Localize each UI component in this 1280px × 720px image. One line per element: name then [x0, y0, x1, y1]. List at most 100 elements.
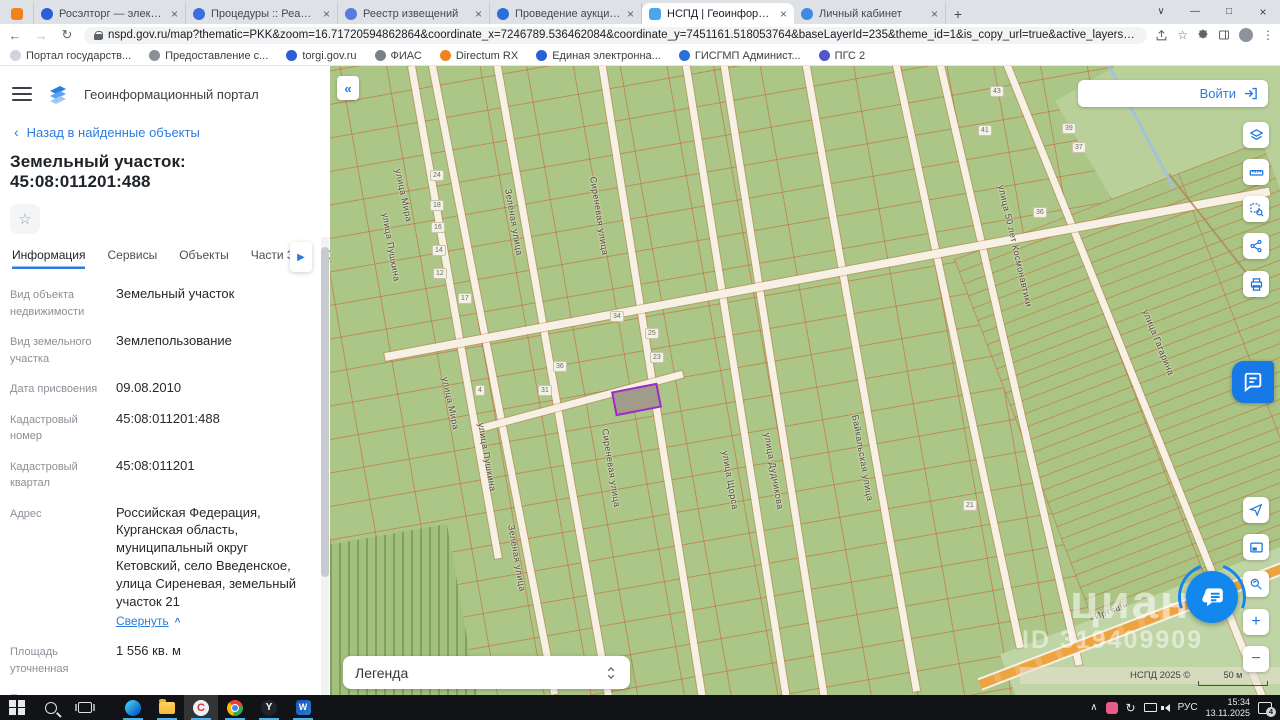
print-button[interactable] [1243, 271, 1269, 297]
tab-objects[interactable]: Объекты [179, 248, 229, 269]
bookmark-item[interactable]: Портал государств... [10, 50, 131, 62]
info-row: Вид объекта недвижимости Земельный участ… [10, 285, 304, 320]
search-on-map-button[interactable] [1243, 571, 1269, 597]
chat-bubble-icon [1202, 588, 1223, 607]
tab-close-icon[interactable]: × [931, 7, 938, 21]
taskbar-clock[interactable]: 15:34 13.11.2025 [1206, 697, 1250, 719]
map-attribution: НСПД 2025 © [1130, 670, 1191, 681]
layers-button[interactable] [1243, 122, 1269, 148]
measure-button[interactable] [1243, 159, 1269, 185]
notifications-icon[interactable]: 4 [1258, 701, 1276, 717]
favorite-star-button[interactable]: ☆ [10, 204, 40, 234]
parcel-number-badge: 43 [990, 86, 1004, 97]
browser-tab[interactable]: Росэлторг — электронная торг × [34, 3, 186, 24]
window-maximize-icon[interactable]: □ [1212, 0, 1246, 24]
taskbar-yandex-icon[interactable]: Y [252, 695, 286, 720]
bookmark-favicon [818, 50, 830, 61]
collapse-address-link[interactable]: Свернуть [116, 614, 180, 628]
share-map-button[interactable] [1243, 233, 1269, 259]
browser-tab[interactable]: Процедуры :: Реализация госи × [186, 3, 338, 24]
panel-collapse-button[interactable]: « [337, 76, 359, 100]
info-label: Кадастровый номер [10, 413, 78, 443]
tab-information[interactable]: Информация [12, 248, 85, 269]
tab-close-icon[interactable]: × [780, 7, 787, 21]
notification-count-badge: 4 [1266, 706, 1276, 717]
forward-icon[interactable]: → [32, 28, 50, 43]
bookmark-item[interactable]: Directum RX [439, 50, 518, 62]
bookmark-item[interactable]: Единая электронна... [536, 50, 661, 62]
legend-label: Легенда [355, 664, 409, 681]
tray-pink-app-icon[interactable] [1105, 701, 1118, 714]
tab-close-icon[interactable]: × [171, 7, 178, 21]
bookmark-item[interactable]: torgi.gov.ru [286, 50, 357, 62]
zoom-out-button[interactable]: − [1243, 646, 1269, 672]
back-icon[interactable]: ← [6, 28, 24, 43]
bookmark-item[interactable]: ПГС 2 [818, 49, 866, 62]
menu-kebab-icon[interactable]: ⋮ [1262, 28, 1274, 42]
info-value: 1 556 кв. м [116, 643, 181, 659]
tray-sync-icon[interactable]: ↻ [1126, 701, 1136, 715]
profile-avatar[interactable] [1239, 28, 1253, 42]
share-icon[interactable] [1155, 29, 1168, 42]
tab-close-icon[interactable]: × [627, 7, 634, 21]
taskbar-edge-icon[interactable] [116, 695, 150, 720]
menu-burger-icon[interactable] [12, 87, 32, 101]
map-canvas[interactable]: улица Мира улица Пушкина Зелёная улица С… [330, 66, 1280, 695]
select-area-button[interactable] [1243, 196, 1269, 222]
taskbar-word-icon[interactable]: W [286, 695, 320, 720]
bookmark-favicon [536, 50, 548, 61]
task-view-icon[interactable] [68, 695, 102, 720]
panel-scrollbar-thumb[interactable] [321, 247, 329, 577]
browser-tab-active[interactable]: НСПД | Геоинформационный п × [642, 3, 794, 24]
window-minimize-icon[interactable]: — [1178, 0, 1212, 24]
window-menu-icon[interactable]: ∨ [1144, 0, 1178, 24]
back-to-results-link[interactable]: ‹ Назад в найденные объекты [0, 106, 330, 140]
taskbar-explorer-icon[interactable] [150, 695, 184, 720]
locate-button[interactable] [1243, 497, 1269, 523]
parcel-number-badge: 23 [650, 352, 664, 363]
taskbar-crypto-app-icon[interactable]: C [184, 695, 218, 720]
tray-expand-icon[interactable]: ∧ [1090, 702, 1097, 713]
taskbar-chrome-icon[interactable] [218, 695, 252, 720]
browser-tab[interactable]: Личный кабинет × [794, 3, 946, 24]
tab-close-icon[interactable]: × [475, 7, 482, 21]
bookmark-item[interactable]: Предоставление с... [149, 50, 268, 62]
tray-volume-icon[interactable] [1160, 703, 1170, 712]
minimap-button[interactable] [1243, 534, 1269, 560]
info-value: Земельный участок [116, 286, 235, 301]
parcel-number-badge: 14 [432, 245, 446, 256]
ruler-icon [1249, 169, 1263, 176]
legend-dropdown[interactable]: Легенда [343, 656, 630, 689]
address-bar[interactable]: nspd.gov.ru/map?thematic=PKK&zoom=16.717… [84, 26, 1148, 44]
tab-services[interactable]: Сервисы [107, 248, 157, 269]
zoom-in-button[interactable]: + [1243, 609, 1269, 635]
info-row: Дата присвоения 09.08.2010 [10, 379, 304, 398]
tray-network-icon[interactable] [1143, 703, 1157, 712]
window-close-icon[interactable]: × [1246, 0, 1280, 24]
bookmark-item[interactable]: ФИАС [374, 50, 422, 62]
chat-fab-button[interactable] [1186, 571, 1238, 623]
info-label: Адрес [10, 507, 42, 520]
browser-tab-pinned[interactable] [0, 3, 34, 24]
tab-title: Реестр извещений [363, 7, 459, 20]
info-value: 45:08:011201:488 [116, 410, 220, 426]
sidepanel-icon[interactable] [1218, 29, 1230, 41]
bookmark-item[interactable]: ГИСГМП Админист... [678, 50, 801, 62]
tabs-scroll-right-icon[interactable]: ▶ [290, 242, 312, 272]
select-area-icon [1249, 202, 1264, 217]
taskbar-search-icon[interactable] [34, 695, 68, 720]
browser-tab[interactable]: Проведение аукциона в элект × [490, 3, 642, 24]
sketch-callout-button[interactable] [1232, 361, 1274, 403]
extensions-icon[interactable] [1197, 29, 1209, 41]
reload-icon[interactable]: ↻ [58, 27, 76, 43]
language-indicator[interactable]: РУС [1178, 702, 1198, 713]
tab-close-icon[interactable]: × [323, 7, 330, 21]
start-button[interactable] [0, 695, 34, 720]
clock-time: 15:34 [1227, 696, 1250, 707]
browser-tab[interactable]: Реестр извещений × [338, 3, 490, 24]
share-icon [1250, 239, 1262, 253]
bookmark-label: ПГС 2 [834, 49, 866, 62]
new-tab-button[interactable]: + [946, 3, 970, 24]
bookmark-star-icon[interactable]: ☆ [1177, 28, 1188, 42]
login-button[interactable]: Войти [1078, 80, 1268, 107]
